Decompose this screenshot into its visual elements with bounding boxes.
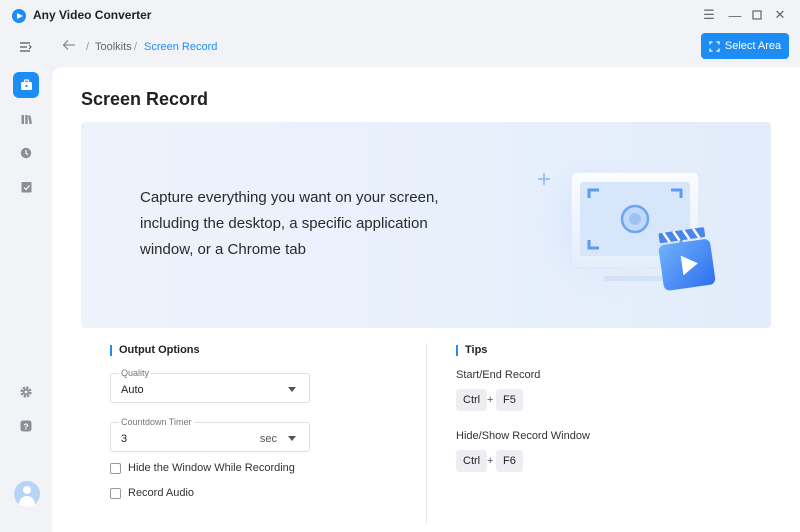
maximize-icon[interactable] — [748, 6, 766, 24]
key-ctrl: Ctrl — [456, 450, 488, 472]
toolbox-icon[interactable] — [13, 72, 39, 98]
hide-window-checkbox[interactable] — [110, 462, 121, 474]
countdown-timer-label: Countdown Timer — [119, 417, 194, 427]
history-icon[interactable] — [13, 140, 39, 166]
key-f6: F6 — [496, 450, 523, 472]
back-arrow-icon[interactable] — [62, 38, 78, 54]
record-audio-option[interactable]: Record Audio — [110, 487, 194, 499]
key-f5: F5 — [496, 389, 523, 411]
app-logo-icon — [12, 9, 26, 23]
record-audio-label: Record Audio — [128, 487, 195, 499]
quality-value: Auto — [121, 384, 144, 396]
quality-select[interactable]: Quality Auto — [110, 368, 310, 403]
chevron-down-icon — [288, 387, 296, 392]
feature-banner: Capture everything you want on your scre… — [81, 122, 771, 328]
column-divider — [426, 343, 427, 523]
select-area-icon — [709, 40, 720, 52]
chevron-down-icon — [288, 436, 296, 441]
output-options-heading: Output Options — [110, 345, 200, 356]
screen-record-illustration-icon — [521, 162, 716, 312]
svg-text:?: ? — [23, 421, 28, 431]
app-title: Any Video Converter — [33, 8, 152, 22]
banner-description: Capture everything you want on your scre… — [140, 189, 439, 258]
breadcrumb-toolkits[interactable]: Toolkits — [95, 41, 132, 53]
collapse-menu-icon[interactable] — [13, 34, 39, 60]
key-ctrl: Ctrl — [456, 389, 488, 411]
breadcrumb-current: Screen Record — [144, 41, 218, 53]
page-title: Screen Record — [81, 89, 209, 109]
plus-sign: + — [487, 394, 494, 406]
select-area-button[interactable]: Select Area — [701, 33, 789, 59]
settings-icon[interactable] — [13, 379, 39, 405]
plus-sign: + — [487, 455, 494, 467]
hide-window-option[interactable]: Hide the Window While Recording — [110, 462, 295, 474]
countdown-timer-select[interactable]: Countdown Timer 3 sec — [110, 417, 310, 452]
countdown-timer-value: 3 — [121, 433, 128, 445]
record-audio-checkbox[interactable] — [110, 487, 121, 499]
hide-window-label: Hide the Window While Recording — [128, 462, 295, 474]
library-icon[interactable] — [13, 106, 39, 132]
minimize-icon[interactable]: — — [726, 6, 744, 24]
countdown-timer-unit: sec — [259, 433, 277, 445]
tasks-icon[interactable] — [13, 174, 39, 200]
title-bar: Any Video Converter ☰ — ✕ — [0, 0, 800, 32]
main-panel: Screen Record Capture everything you wan… — [52, 67, 800, 532]
menu-icon[interactable]: ☰ — [700, 6, 718, 24]
help-icon[interactable]: ? — [13, 413, 39, 439]
breadcrumb-separator: / — [86, 41, 90, 53]
sidebar: ? — [0, 32, 52, 532]
tips-heading: Tips — [456, 345, 487, 356]
tip-hide-show-label: Hide/Show Record Window — [456, 430, 590, 442]
select-area-label: Select Area — [724, 40, 782, 52]
breadcrumb-separator: / — [134, 41, 138, 53]
avatar[interactable] — [14, 481, 40, 507]
tip-start-end-label: Start/End Record — [456, 369, 541, 381]
close-icon[interactable]: ✕ — [771, 6, 789, 24]
quality-label: Quality — [119, 368, 152, 378]
